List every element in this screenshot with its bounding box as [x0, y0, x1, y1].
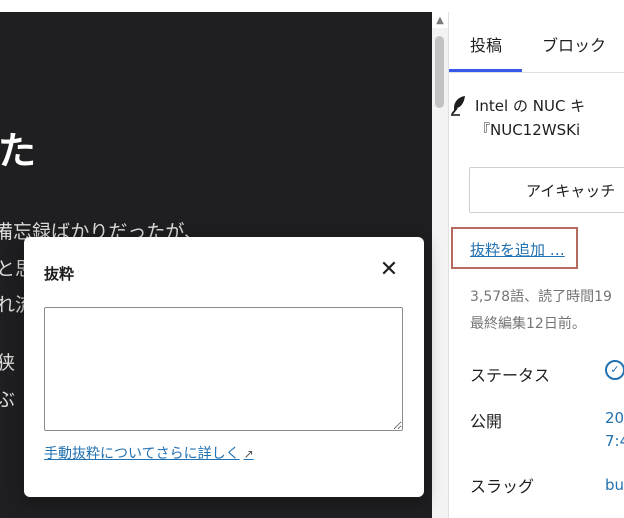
publish-date-link[interactable]: 20 — [605, 406, 624, 430]
slug-link[interactable]: bu — [605, 473, 624, 497]
feather-icon — [449, 94, 469, 121]
settings-sidebar: 投稿 ブロック Intel の NUC キ 『NUC12WSKi アイキャッチ … — [448, 12, 624, 518]
publish-time-link[interactable]: 7:4 — [605, 429, 624, 453]
scroll-up-icon[interactable]: ▲ — [433, 14, 447, 28]
paragraph-line: 狭 — [0, 352, 16, 374]
post-summary: Intel の NUC キ 『NUC12WSKi — [451, 94, 624, 142]
post-title-line: 『NUC12WSKi — [475, 121, 581, 139]
learn-more-label[interactable]: 手動抜粋についてさらに詳しく — [44, 446, 240, 462]
excerpt-modal: 抜粋 ✕ 手動抜粋についてさらに詳しく ↗ — [24, 237, 424, 497]
post-heading-fragment: た — [0, 129, 37, 173]
word-count: 3,578語、読了時間19 — [470, 289, 612, 305]
close-icon[interactable]: ✕ — [376, 257, 402, 283]
learn-more-link[interactable]: 手動抜粋についてさらに詳しく ↗ — [44, 443, 254, 463]
sidebar-tabs: 投稿 ブロック — [449, 12, 624, 73]
last-edited: 最終編集12日前。 — [470, 316, 586, 332]
publish-label: 公開 — [470, 412, 503, 431]
post-title-line: Intel の NUC キ — [475, 97, 586, 115]
external-link-icon: ↗ — [243, 447, 254, 461]
excerpt-textarea[interactable] — [44, 307, 403, 431]
scrollbar-thumb[interactable] — [435, 36, 444, 108]
tab-post[interactable]: 投稿 — [470, 32, 502, 56]
featured-image-button[interactable]: アイキャッチ — [469, 167, 624, 213]
status-check-icon[interactable]: ✓ — [605, 360, 624, 380]
modal-title: 抜粋 — [44, 265, 75, 283]
tab-active-indicator — [449, 69, 522, 72]
status-label: ステータス — [470, 366, 551, 385]
paragraph-line: ぶ — [0, 389, 16, 411]
add-excerpt-link[interactable]: 抜粋を追加 … — [470, 239, 565, 260]
tab-block[interactable]: ブロック — [542, 32, 606, 56]
slug-label: スラッグ — [470, 477, 535, 496]
